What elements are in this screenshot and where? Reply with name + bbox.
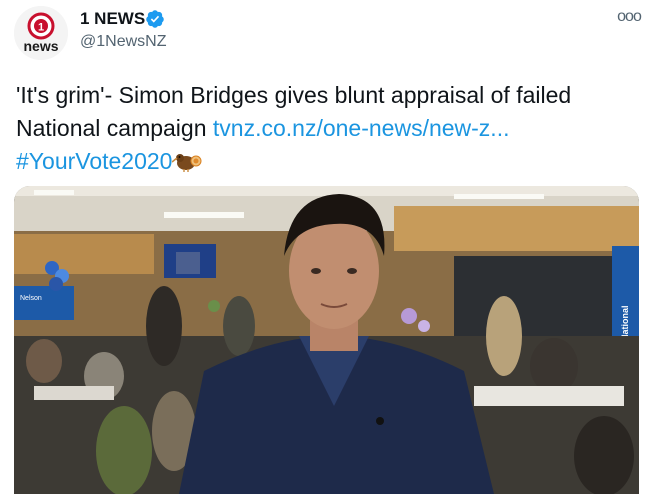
tweet-media-image[interactable]: Nelson National [14,186,639,494]
tweet-card: 1 news 1 NEWS @1NewsNZ ooo 'It's grim'- … [0,0,656,494]
logo-wordmark: news [23,38,58,54]
avatar[interactable]: 1 news [14,6,68,60]
user-handle[interactable]: @1NewsNZ [80,33,166,51]
display-name[interactable]: 1 NEWS [80,9,145,29]
kiwi-bird-emoji-icon [172,154,202,172]
tweet-text: 'It's grim'- Simon Bridges gives blunt a… [16,79,646,178]
sign-text: Nelson [20,295,42,302]
logo-number: 1 [38,22,44,34]
news-photo: Nelson National [14,186,639,494]
tweet-link[interactable]: tvnz.co.nz/one-news/new-z... [213,115,510,141]
hashtag-link[interactable]: #YourVote2020 [16,148,172,174]
banner-text: National [620,305,630,341]
one-news-logo-icon: 1 news [14,6,68,60]
verified-badge-icon [146,10,164,28]
more-options-icon[interactable]: ooo [617,9,642,25]
